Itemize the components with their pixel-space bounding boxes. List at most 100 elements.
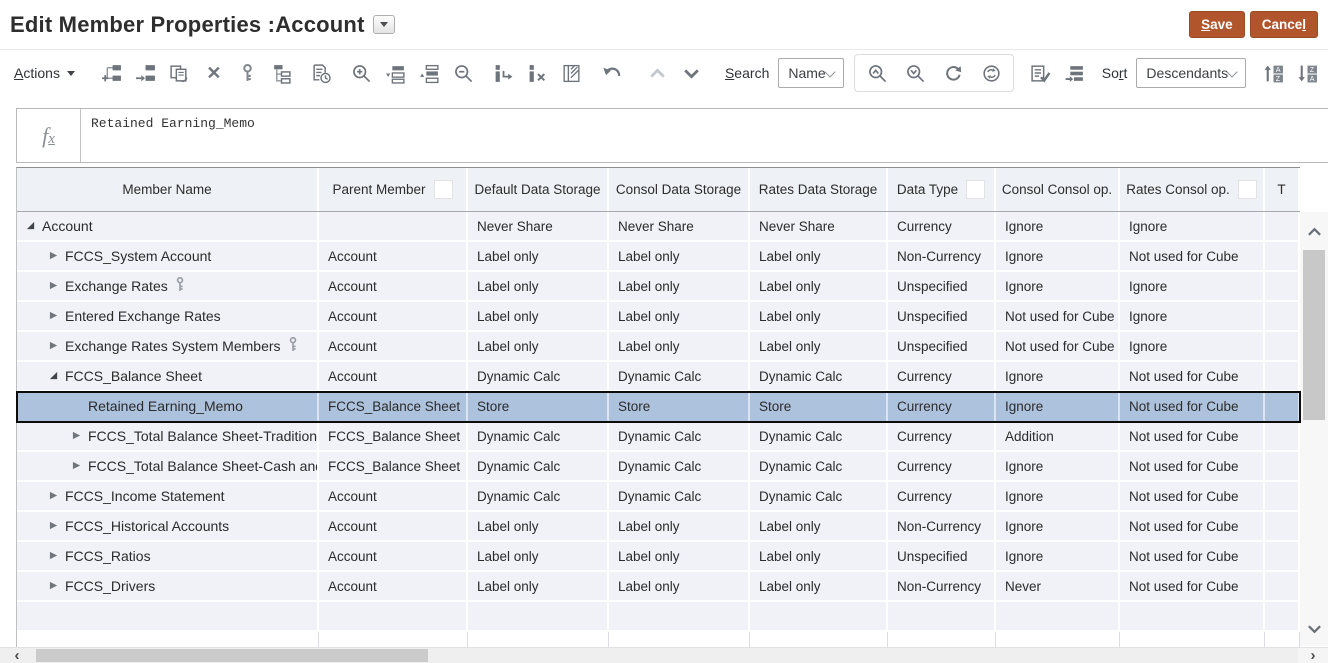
- parent-member-cell[interactable]: Account: [319, 482, 468, 512]
- consol-data-storage-cell[interactable]: Dynamic Calc: [609, 362, 750, 392]
- rates-op-cell[interactable]: Not used for Cube: [1120, 452, 1265, 482]
- parent-member-cell[interactable]: Account: [319, 512, 468, 542]
- consol-data-storage-cell[interactable]: Never Share: [609, 212, 750, 242]
- time-balance-cell[interactable]: [1265, 362, 1300, 392]
- sort-ascending-icon[interactable]: AZ: [1260, 60, 1286, 86]
- parent-member-cell[interactable]: FCCS_Balance Sheet: [319, 392, 468, 422]
- time-balance-cell[interactable]: [1265, 572, 1300, 602]
- column-header-parent-member[interactable]: Parent Member: [319, 168, 468, 211]
- consol-op-cell[interactable]: Ignore: [996, 512, 1120, 542]
- consol-data-storage-cell[interactable]: Dynamic Calc: [609, 482, 750, 512]
- time-balance-cell[interactable]: [1265, 482, 1300, 512]
- member-name-cell[interactable]: ▶FCCS_System Account: [17, 242, 319, 272]
- table-row[interactable]: ▶Exchange Rates System MembersAccountLab…: [17, 332, 1300, 362]
- assign-access-key-icon[interactable]: [235, 60, 261, 86]
- default-data-storage-cell[interactable]: Label only: [468, 542, 609, 572]
- table-row[interactable]: ◢FCCS_Balance SheetAccountDynamic CalcDy…: [17, 362, 1300, 392]
- dimension-selector-dropdown[interactable]: [373, 15, 395, 34]
- consol-data-storage-cell[interactable]: Store: [609, 392, 750, 422]
- default-data-storage-cell[interactable]: Dynamic Calc: [468, 482, 609, 512]
- time-balance-cell[interactable]: [1265, 392, 1300, 422]
- rates-op-cell[interactable]: Not used for Cube: [1120, 542, 1265, 572]
- data-type-cell[interactable]: Non-Currency: [888, 572, 996, 602]
- rates-op-cell[interactable]: Not used for Cube: [1120, 482, 1265, 512]
- time-balance-cell[interactable]: [1265, 422, 1300, 452]
- consol-data-storage-cell[interactable]: Label only: [609, 512, 750, 542]
- search-previous-icon[interactable]: [865, 60, 891, 86]
- rates-data-storage-cell[interactable]: Store: [750, 392, 888, 422]
- table-row[interactable]: ▶FCCS_Total Balance Sheet-Traditiona:FCC…: [17, 422, 1300, 452]
- rates-data-storage-cell[interactable]: Label only: [750, 302, 888, 332]
- consol-data-storage-cell[interactable]: Label only: [609, 272, 750, 302]
- consol-op-cell[interactable]: Ignore: [996, 452, 1120, 482]
- data-type-cell[interactable]: Unspecified: [888, 332, 996, 362]
- sort-dropdown[interactable]: Descendants: [1136, 58, 1246, 88]
- consol-data-storage-cell[interactable]: Dynamic Calc: [609, 452, 750, 482]
- column-header-consol-consol-op[interactable]: Consol Consol op.: [996, 168, 1120, 211]
- rates-data-storage-cell[interactable]: Label only: [750, 512, 888, 542]
- default-data-storage-cell[interactable]: Label only: [468, 332, 609, 362]
- table-row[interactable]: Retained Earning_MemoFCCS_Balance SheetS…: [17, 392, 1300, 422]
- default-data-storage-cell[interactable]: Never Share: [468, 212, 609, 242]
- table-row[interactable]: ▶FCCS_DriversAccountLabel onlyLabel only…: [17, 572, 1300, 602]
- rates-op-cell[interactable]: Ignore: [1120, 302, 1265, 332]
- horizontal-scrollbar[interactable]: ‹ ›: [0, 647, 1328, 663]
- parent-member-cell[interactable]: FCCS_Balance Sheet: [319, 422, 468, 452]
- header-edit-box[interactable]: [434, 180, 453, 199]
- search-scope-dropdown[interactable]: Name: [778, 58, 843, 88]
- collapse-members-icon[interactable]: [417, 60, 443, 86]
- table-row[interactable]: ▶Entered Exchange RatesAccount Label only…: [17, 302, 1300, 332]
- data-type-cell[interactable]: Unspecified: [888, 302, 996, 332]
- rates-data-storage-cell[interactable]: Dynamic Calc: [750, 482, 888, 512]
- member-name-cell[interactable]: ▶Entered Exchange Rates: [17, 302, 319, 332]
- consol-op-cell[interactable]: Ignore: [996, 242, 1120, 272]
- validate-members-icon[interactable]: [1028, 60, 1054, 86]
- consol-op-cell[interactable]: Not used for Cube: [996, 302, 1120, 332]
- time-balance-cell[interactable]: [1265, 242, 1300, 272]
- column-header-default-data-storage[interactable]: Default Data Storage: [468, 168, 609, 211]
- collapse-toggle-icon[interactable]: ◢: [23, 221, 38, 231]
- default-data-storage-cell[interactable]: Label only: [468, 272, 609, 302]
- consol-op-cell[interactable]: Ignore: [996, 362, 1120, 392]
- rates-op-cell[interactable]: Ignore: [1120, 332, 1265, 362]
- scroll-right-icon[interactable]: ›: [1298, 648, 1328, 663]
- column-header-consol-data-storage[interactable]: Consol Data Storage: [609, 168, 750, 211]
- add-child-icon[interactable]: [99, 60, 125, 86]
- data-type-cell[interactable]: Currency: [888, 362, 996, 392]
- parent-member-cell[interactable]: Account: [319, 572, 468, 602]
- default-data-storage-cell[interactable]: Dynamic Calc: [468, 452, 609, 482]
- default-data-storage-cell[interactable]: Label only: [468, 512, 609, 542]
- consol-data-storage-cell[interactable]: Label only: [609, 542, 750, 572]
- save-button[interactable]: Save: [1189, 11, 1245, 38]
- rates-op-cell[interactable]: Ignore: [1120, 212, 1265, 242]
- default-data-storage-cell[interactable]: Dynamic Calc: [468, 362, 609, 392]
- actions-menu[interactable]: Actions: [14, 65, 75, 81]
- rates-op-cell[interactable]: Not used for Cube: [1120, 392, 1265, 422]
- table-row[interactable]: ▶FCCS_System AccountAccountLabel onlyLab…: [17, 242, 1300, 272]
- consol-data-storage-cell[interactable]: Label only: [609, 242, 750, 272]
- data-type-cell[interactable]: Non-Currency: [888, 512, 996, 542]
- parent-member-cell[interactable]: Account: [319, 332, 468, 362]
- member-formula-field[interactable]: Retained Earning_Memo: [81, 109, 1328, 162]
- member-name-cell[interactable]: ◢Account: [17, 212, 319, 242]
- expand-members-icon[interactable]: [383, 60, 409, 86]
- zoom-in-icon[interactable]: [349, 60, 375, 86]
- table-row[interactable]: ▶FCCS_RatiosAccountLabel onlyLabel onlyL…: [17, 542, 1300, 572]
- expand-toggle-icon[interactable]: ▶: [69, 461, 84, 471]
- rates-op-cell[interactable]: Not used for Cube: [1120, 362, 1265, 392]
- zoom-out-icon[interactable]: [451, 60, 477, 86]
- column-header-time-balance[interactable]: T: [1265, 168, 1300, 211]
- expand-toggle-icon[interactable]: ▶: [46, 281, 61, 291]
- member-name-cell[interactable]: ▶Exchange Rates System Members: [17, 332, 319, 362]
- consol-data-storage-cell[interactable]: Label only: [609, 332, 750, 362]
- parent-member-cell[interactable]: Account: [319, 302, 468, 332]
- previous-member-icon[interactable]: [645, 60, 671, 86]
- default-data-storage-cell[interactable]: Label only: [468, 572, 609, 602]
- cancel-button[interactable]: Cancel: [1250, 11, 1318, 38]
- delete-member-icon[interactable]: ✕: [201, 60, 227, 86]
- add-sibling-icon[interactable]: [133, 60, 159, 86]
- refresh-icon[interactable]: [941, 60, 967, 86]
- consol-op-cell[interactable]: Ignore: [996, 212, 1120, 242]
- rates-op-cell[interactable]: Ignore: [1120, 272, 1265, 302]
- parent-member-cell[interactable]: Account: [319, 362, 468, 392]
